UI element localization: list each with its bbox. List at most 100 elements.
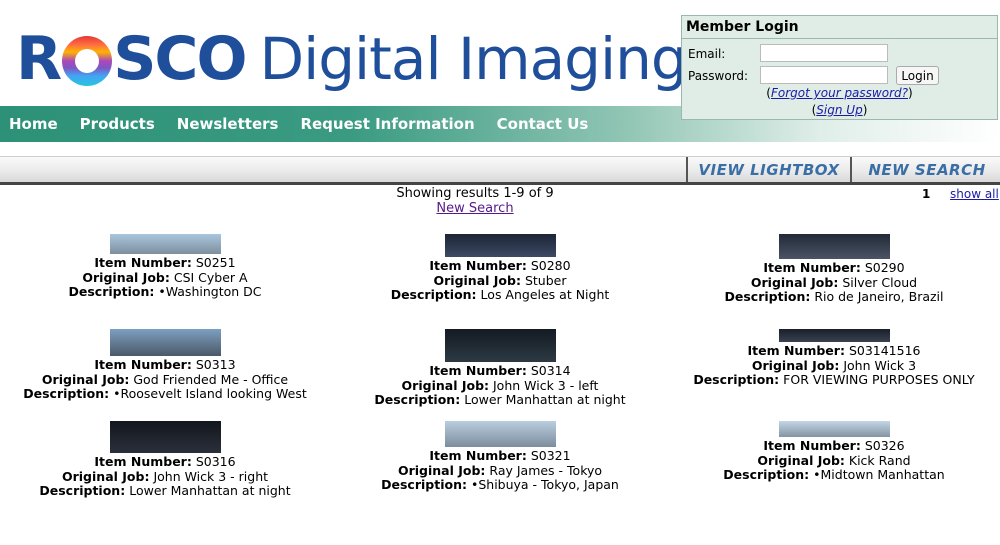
original-job-label: Original Job: bbox=[757, 452, 845, 468]
item-number-line: Item Number: S0313 bbox=[0, 357, 330, 373]
result-thumbnail[interactable] bbox=[444, 329, 556, 362]
description-line: Description: Lower Manhattan at night bbox=[335, 392, 665, 408]
signup-close-paren: ) bbox=[862, 103, 868, 117]
nav-request-information[interactable]: Request Information bbox=[300, 115, 474, 133]
original-job-label: Original Job: bbox=[433, 272, 521, 288]
description-label: Description: bbox=[723, 467, 810, 482]
description-value: Lower Manhattan at night bbox=[129, 483, 291, 498]
logo-letters-sco: SCO bbox=[113, 24, 247, 94]
forgot-password-line: (Forgot your password?) bbox=[682, 86, 997, 100]
show-all-link[interactable]: show all bbox=[950, 187, 999, 201]
login-button[interactable]: Login bbox=[896, 66, 939, 85]
item-number-value: S0314 bbox=[530, 363, 571, 378]
description-value: •Roosevelt Island looking West bbox=[113, 386, 307, 401]
result-thumbnail[interactable] bbox=[778, 329, 890, 342]
description-value: •Shibuya - Tokyo, Japan bbox=[470, 477, 619, 492]
rosco-logo[interactable]: R SCO Digital Imaging bbox=[16, 24, 688, 94]
item-number-line: Item Number: S0314 bbox=[335, 363, 665, 379]
logo-rainbow-o-icon bbox=[62, 36, 113, 86]
nav-contact-us[interactable]: Contact Us bbox=[497, 115, 589, 133]
description-value: Rio de Janeiro, Brazil bbox=[814, 289, 944, 304]
original-job-value: CSI Cyber A bbox=[173, 269, 248, 285]
description-value: FOR VIEWING PURPOSES ONLY bbox=[783, 372, 975, 387]
original-job-value: John Wick 3 bbox=[843, 357, 917, 373]
description-line: Description: •Roosevelt Island looking W… bbox=[0, 386, 330, 402]
item-number-line: Item Number: S03141516 bbox=[669, 343, 999, 359]
description-value: Los Angeles at Night bbox=[480, 287, 610, 302]
result-thumbnail[interactable] bbox=[778, 421, 890, 437]
original-job-line: Original Job: John Wick 3 - right bbox=[0, 469, 330, 485]
result-thumbnail[interactable] bbox=[109, 234, 221, 254]
new-search-button[interactable]: NEW SEARCH bbox=[850, 157, 1000, 182]
result-item: Item Number: S0316 Original Job: John Wic… bbox=[0, 421, 330, 499]
item-number-value: S0321 bbox=[530, 448, 571, 463]
signup-line: (Sign Up) bbox=[682, 103, 997, 117]
original-job-value: John Wick 3 - left bbox=[493, 377, 599, 393]
original-job-line: Original Job: John Wick 3 bbox=[669, 357, 999, 374]
result-item: Item Number: S0280 Original Job: Stuber De… bbox=[335, 234, 665, 303]
original-job-label: Original Job: bbox=[82, 269, 170, 285]
result-thumbnail[interactable] bbox=[109, 421, 221, 453]
result-thumbnail[interactable] bbox=[109, 329, 221, 356]
new-search-link[interactable]: New Search bbox=[436, 201, 513, 216]
result-thumbnail[interactable] bbox=[778, 234, 890, 259]
member-login-title: Member Login bbox=[682, 16, 997, 39]
show-all-line: show all bbox=[950, 187, 999, 201]
description-label: Description: bbox=[39, 483, 126, 498]
item-number-value: S0326 bbox=[864, 438, 905, 453]
description-line: Description: •Washington DC bbox=[0, 284, 330, 300]
nav-products[interactable]: Products bbox=[80, 115, 155, 133]
item-number-value: S0316 bbox=[195, 454, 236, 469]
password-label: Password: bbox=[688, 69, 749, 83]
forgot-close-paren: ) bbox=[908, 86, 913, 100]
nav-home[interactable]: Home bbox=[9, 115, 58, 133]
item-number-label: Item Number: bbox=[94, 357, 192, 372]
item-number-label: Item Number: bbox=[763, 438, 861, 453]
description-label: Description: bbox=[68, 284, 155, 299]
item-number-label: Item Number: bbox=[94, 255, 192, 270]
original-job-label: Original Job: bbox=[401, 377, 490, 393]
original-job-value: Kick Rand bbox=[848, 452, 911, 468]
results-count: Showing results 1-9 of 9 bbox=[396, 186, 554, 201]
item-number-value: S03141516 bbox=[848, 343, 921, 358]
description-label: Description: bbox=[374, 392, 461, 407]
email-label: Email: bbox=[688, 47, 726, 61]
description-line: Description: •Midtown Manhattan bbox=[669, 467, 999, 483]
nav-newsletters[interactable]: Newsletters bbox=[177, 115, 279, 133]
original-job-line: Original Job: John Wick 3 - left bbox=[335, 377, 665, 394]
item-number-value: S0313 bbox=[195, 357, 236, 372]
email-field[interactable] bbox=[760, 44, 888, 62]
view-lightbox-button[interactable]: VIEW LIGHTBOX bbox=[686, 157, 850, 182]
item-number-value: S0290 bbox=[864, 260, 905, 275]
description-label: Description: bbox=[23, 386, 110, 401]
result-item: Item Number: S0313 Original Job: God Frie… bbox=[0, 329, 330, 402]
item-number-line: Item Number: S0251 bbox=[0, 255, 330, 271]
description-label: Description: bbox=[724, 289, 811, 304]
description-line: Description: Rio de Janeiro, Brazil bbox=[669, 289, 999, 305]
original-job-line: Original Job: Kick Rand bbox=[669, 452, 999, 469]
original-job-line: Original Job: Stuber bbox=[335, 272, 665, 289]
result-thumbnail[interactable] bbox=[444, 421, 556, 447]
result-item: Item Number: S0326 Original Job: Kick Ran… bbox=[669, 421, 999, 483]
result-thumbnail[interactable] bbox=[444, 234, 556, 257]
logo-letter-r: R bbox=[16, 24, 62, 94]
result-item: Item Number: S03141516 Original Job: John… bbox=[669, 329, 999, 388]
original-job-value: God Friended Me - Office bbox=[133, 371, 289, 387]
password-field[interactable] bbox=[760, 66, 888, 84]
forgot-password-link[interactable]: Forgot your password? bbox=[771, 86, 908, 100]
result-item: Item Number: S0314 Original Job: John Wic… bbox=[335, 329, 665, 408]
item-number-value: S0251 bbox=[195, 255, 236, 270]
result-item: Item Number: S0290 Original Job: Silver C… bbox=[669, 234, 999, 305]
results-toolbar: VIEW LIGHTBOX NEW SEARCH bbox=[0, 156, 1000, 185]
original-job-label: Original Job: bbox=[751, 357, 840, 373]
description-label: Description: bbox=[381, 477, 467, 492]
description-line: Description: Lower Manhattan at night bbox=[0, 483, 330, 499]
logo-digital-imaging: Digital Imaging bbox=[259, 25, 687, 93]
item-number-label: Item Number: bbox=[429, 363, 527, 378]
signup-link[interactable]: Sign Up bbox=[816, 103, 862, 117]
item-number-line: Item Number: S0280 bbox=[335, 258, 665, 274]
description-line: Description: Los Angeles at Night bbox=[335, 287, 665, 303]
original-job-label: Original Job: bbox=[397, 462, 486, 478]
original-job-label: Original Job: bbox=[750, 274, 839, 290]
original-job-value: Stuber bbox=[524, 272, 567, 288]
